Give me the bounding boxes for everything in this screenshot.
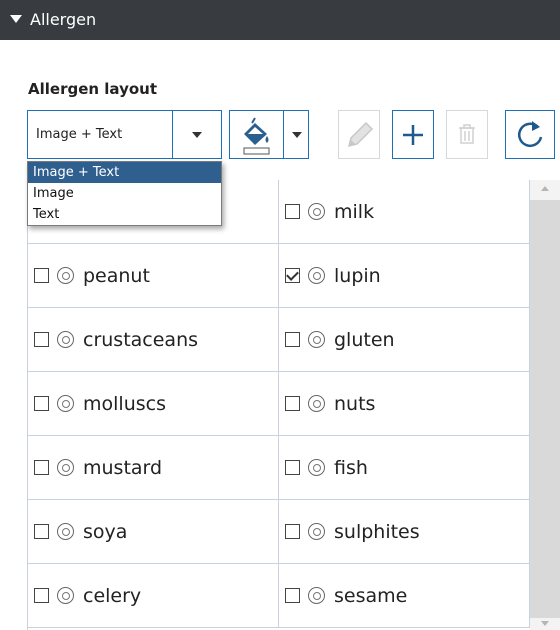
fill-color-button[interactable] bbox=[229, 110, 309, 159]
refresh-icon bbox=[517, 121, 543, 147]
checkbox-checked[interactable] bbox=[285, 268, 300, 283]
checkbox[interactable] bbox=[285, 460, 300, 475]
peanut-icon bbox=[57, 267, 74, 284]
delete-button[interactable] bbox=[446, 110, 488, 159]
crustaceans-icon bbox=[57, 331, 74, 348]
allergen-panel-header[interactable]: Allergen bbox=[0, 0, 560, 40]
plus-icon bbox=[403, 125, 423, 145]
allergen-layout-label: Allergen layout bbox=[28, 80, 158, 98]
allergen-cell-soya[interactable]: soya bbox=[28, 500, 279, 564]
checkbox[interactable] bbox=[34, 268, 49, 283]
layout-select-value: Image + Text bbox=[36, 127, 123, 142]
allergen-cell-lupin[interactable]: lupin bbox=[279, 244, 530, 308]
checkbox[interactable] bbox=[34, 524, 49, 539]
allergen-label: molluscs bbox=[83, 392, 166, 415]
layout-option-image-text[interactable]: Image + Text bbox=[28, 162, 221, 183]
celery-icon bbox=[57, 587, 74, 604]
layout-dropdown-menu: Image + Text Image Text bbox=[27, 161, 222, 226]
checkbox[interactable] bbox=[34, 588, 49, 603]
checkbox[interactable] bbox=[285, 396, 300, 411]
checkbox[interactable] bbox=[34, 332, 49, 347]
checkbox[interactable] bbox=[34, 396, 49, 411]
allergen-cell-molluscs[interactable]: molluscs bbox=[28, 372, 279, 436]
allergen-label: lupin bbox=[334, 264, 381, 287]
layout-option-text[interactable]: Text bbox=[28, 204, 221, 225]
allergen-cell-peanut[interactable]: peanut bbox=[28, 244, 279, 308]
allergen-cell-gluten[interactable]: gluten bbox=[279, 308, 530, 372]
allergen-cell-sesame[interactable]: sesame bbox=[279, 564, 530, 628]
milk-icon bbox=[308, 203, 325, 220]
pencil-icon bbox=[347, 121, 374, 148]
allergen-label: soya bbox=[83, 520, 128, 543]
mustard-icon bbox=[57, 459, 74, 476]
sulphites-icon bbox=[308, 523, 325, 540]
allergen-label: crustaceans bbox=[83, 328, 199, 351]
allergen-cell-crustaceans[interactable]: crustaceans bbox=[28, 308, 279, 372]
caret-down-icon bbox=[10, 14, 22, 23]
scroll-down-icon[interactable] bbox=[541, 621, 549, 626]
layout-select[interactable]: Image + Text bbox=[27, 110, 222, 159]
allergen-cell-sulphites[interactable]: sulphites bbox=[279, 500, 530, 564]
allergen-cell-nuts[interactable]: nuts bbox=[279, 372, 530, 436]
select-divider bbox=[172, 111, 173, 158]
allergen-cell-fish[interactable]: fish bbox=[279, 436, 530, 500]
allergen-label: mustard bbox=[83, 456, 163, 479]
scroll-up-icon[interactable] bbox=[541, 186, 549, 191]
refresh-button[interactable] bbox=[505, 110, 555, 159]
checkbox[interactable] bbox=[34, 460, 49, 475]
add-button[interactable] bbox=[392, 110, 434, 159]
checkbox[interactable] bbox=[285, 588, 300, 603]
molluscs-icon bbox=[57, 395, 74, 412]
allergen-label: nuts bbox=[334, 392, 376, 415]
allergen-cell-mustard[interactable]: mustard bbox=[28, 436, 279, 500]
allergen-label: peanut bbox=[83, 264, 150, 287]
chevron-down-icon[interactable] bbox=[292, 132, 302, 138]
allergen-label: sulphites bbox=[334, 520, 420, 543]
lupin-icon bbox=[308, 267, 325, 284]
soya-icon bbox=[57, 523, 74, 540]
color-divider bbox=[283, 111, 284, 158]
allergen-label: milk bbox=[334, 200, 375, 223]
nuts-icon bbox=[308, 395, 325, 412]
allergen-label: fish bbox=[334, 456, 368, 479]
sesame-icon bbox=[308, 587, 325, 604]
checkbox[interactable] bbox=[285, 524, 300, 539]
allergen-label: sesame bbox=[334, 584, 408, 607]
allergen-cell-celery[interactable]: celery bbox=[28, 564, 279, 628]
checkbox[interactable] bbox=[285, 332, 300, 347]
grid-scrollbar[interactable] bbox=[530, 180, 560, 630]
gluten-icon bbox=[308, 331, 325, 348]
scrollbar-thumb[interactable] bbox=[530, 200, 560, 618]
panel-title: Allergen bbox=[30, 10, 97, 29]
allergen-cell-milk[interactable]: milk bbox=[279, 180, 530, 244]
allergen-label: gluten bbox=[334, 328, 395, 351]
checkbox[interactable] bbox=[285, 204, 300, 219]
edit-button[interactable] bbox=[338, 110, 380, 159]
chevron-down-icon[interactable] bbox=[192, 132, 202, 138]
allergen-label: celery bbox=[83, 584, 142, 607]
layout-option-image[interactable]: Image bbox=[28, 183, 221, 204]
paint-bucket-icon bbox=[243, 117, 270, 155]
trash-icon bbox=[459, 124, 475, 144]
fish-icon bbox=[308, 459, 325, 476]
allergen-grid: egg milk peanut lupin crustaceans gluten… bbox=[27, 180, 531, 630]
